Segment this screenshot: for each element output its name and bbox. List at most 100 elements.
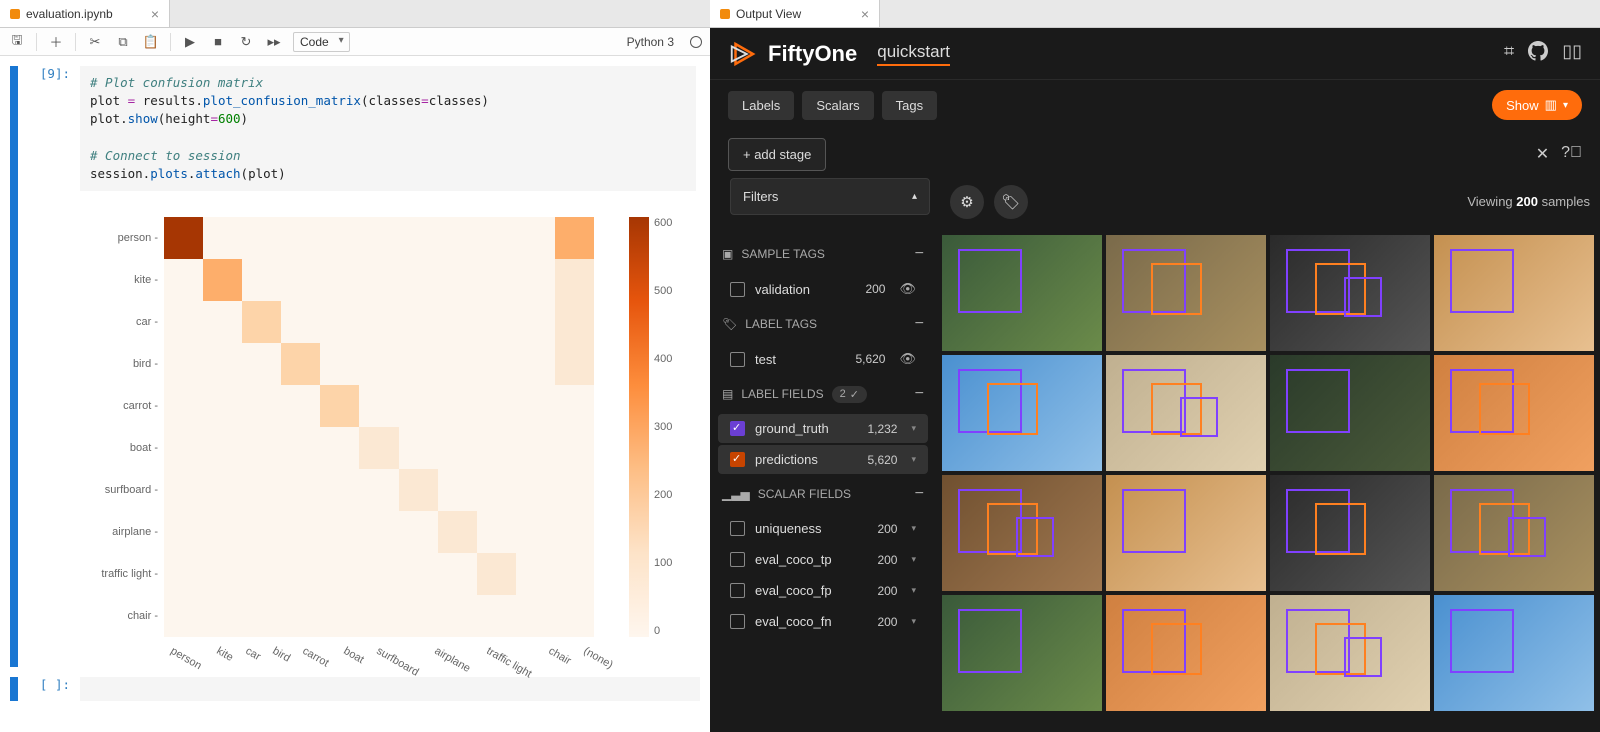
chevron-down-icon[interactable]: ▾ [911, 616, 916, 627]
heatmap-cell[interactable] [203, 217, 242, 259]
heatmap-cell[interactable] [359, 385, 398, 427]
heatmap-cell[interactable] [516, 343, 555, 385]
dataset-name[interactable]: quickstart [877, 42, 950, 66]
heatmap-cell[interactable] [516, 259, 555, 301]
heatmap-cell[interactable] [555, 427, 594, 469]
sample-thumbnail[interactable] [942, 595, 1102, 711]
run-all-icon[interactable]: ▸▸ [265, 33, 283, 51]
item-test[interactable]: test 5,620 👁 [718, 344, 928, 374]
checkbox[interactable] [730, 282, 745, 297]
heatmap-cell[interactable] [320, 217, 359, 259]
item-eval-coco-tp[interactable]: eval_coco_tp 200 ▾ [718, 545, 928, 574]
heatmap-cell[interactable] [477, 301, 516, 343]
chevron-down-icon[interactable]: ▾ [911, 585, 916, 596]
item-uniqueness[interactable]: uniqueness 200 ▾ [718, 514, 928, 543]
section-label-tags[interactable]: 🏷 LABEL TAGS − [710, 305, 936, 343]
sample-thumbnail[interactable] [1434, 475, 1594, 591]
heatmap-cell[interactable] [242, 343, 281, 385]
heatmap-cell[interactable] [164, 259, 203, 301]
heatmap-cell[interactable] [477, 553, 516, 595]
fo-logo[interactable]: FiftyOne [728, 39, 857, 69]
heatmap-cell[interactable] [399, 259, 438, 301]
clear-icon[interactable]: ✕ [1536, 144, 1549, 164]
heatmap-cell[interactable] [203, 553, 242, 595]
heatmap-cell[interactable] [555, 343, 594, 385]
chevron-down-icon[interactable]: ▾ [911, 523, 916, 534]
heatmap-cell[interactable] [281, 553, 320, 595]
heatmap-cell[interactable] [438, 511, 477, 553]
run-icon[interactable]: ▶ [181, 33, 199, 51]
heatmap-cell[interactable] [438, 385, 477, 427]
save-icon[interactable]: 🖫 [8, 33, 26, 51]
item-validation[interactable]: validation 200 👁 [718, 274, 928, 304]
checkbox[interactable] [730, 521, 745, 536]
heatmap-cell[interactable] [516, 301, 555, 343]
heatmap-cell[interactable] [320, 511, 359, 553]
heatmap-cell[interactable] [438, 259, 477, 301]
heatmap-cell[interactable] [359, 259, 398, 301]
collapse-icon[interactable]: − [915, 245, 924, 263]
heatmap-cell[interactable] [555, 301, 594, 343]
heatmap-cell[interactable] [477, 511, 516, 553]
tag-icon[interactable]: 🏷 [994, 185, 1028, 219]
heatmap-cell[interactable] [281, 595, 320, 637]
github-icon[interactable] [1528, 41, 1548, 66]
heatmap-cell[interactable] [399, 343, 438, 385]
sample-thumbnail[interactable] [1434, 595, 1594, 711]
heatmap-cell[interactable] [438, 427, 477, 469]
collapse-icon[interactable]: − [915, 485, 924, 503]
heatmap-cell[interactable] [477, 427, 516, 469]
tab-tags[interactable]: Tags [882, 91, 937, 120]
heatmap-cell[interactable] [164, 343, 203, 385]
sample-thumbnail[interactable] [1106, 475, 1266, 591]
heatmap-cell[interactable] [164, 427, 203, 469]
heatmap-cell[interactable] [320, 301, 359, 343]
heatmap-cell[interactable] [164, 385, 203, 427]
heatmap-cell[interactable] [555, 511, 594, 553]
heatmap-cell[interactable] [438, 553, 477, 595]
heatmap-cell[interactable] [399, 427, 438, 469]
heatmap-cell[interactable] [203, 595, 242, 637]
copy-icon[interactable]: ⧉ [114, 33, 132, 51]
sample-thumbnail[interactable] [942, 475, 1102, 591]
eye-icon[interactable]: 👁 [899, 281, 916, 297]
heatmap-cell[interactable] [281, 469, 320, 511]
cut-icon[interactable]: ✂ [86, 33, 104, 51]
paste-icon[interactable]: 📋 [142, 33, 160, 51]
heatmap-cell[interactable] [281, 259, 320, 301]
add-cell-icon[interactable]: ＋ [47, 33, 65, 51]
heatmap-cell[interactable] [516, 595, 555, 637]
heatmap-cell[interactable] [555, 595, 594, 637]
heatmap-cell[interactable] [399, 301, 438, 343]
checkbox[interactable] [730, 352, 745, 367]
heatmap-cell[interactable] [359, 469, 398, 511]
add-stage-button[interactable]: + add stage [728, 138, 826, 171]
checkbox[interactable] [730, 614, 745, 629]
cell-type-select[interactable]: Code [293, 32, 350, 52]
checkbox-checked[interactable] [730, 452, 745, 467]
item-ground-truth[interactable]: ground_truth 1,232 ▾ [718, 414, 928, 443]
heatmap-cell[interactable] [203, 301, 242, 343]
collapse-icon[interactable]: − [915, 315, 924, 333]
filters-dropdown[interactable]: Filters ▴ [730, 178, 930, 215]
checkbox[interactable] [730, 583, 745, 598]
heatmap-cell[interactable] [242, 427, 281, 469]
heatmap-cell[interactable] [477, 217, 516, 259]
sample-thumbnail[interactable] [1106, 595, 1266, 711]
heatmap-cell[interactable] [399, 469, 438, 511]
section-label-fields[interactable]: ▤ LABEL FIELDS 2 ✓ − [710, 375, 936, 413]
heatmap-cell[interactable] [320, 259, 359, 301]
heatmap-cell[interactable] [477, 595, 516, 637]
heatmap-cell[interactable] [281, 301, 320, 343]
heatmap-cell[interactable] [164, 469, 203, 511]
sample-thumbnail[interactable] [1270, 235, 1430, 351]
sample-thumbnail[interactable] [1106, 355, 1266, 471]
sample-thumbnail[interactable] [1434, 235, 1594, 351]
heatmap-cell[interactable] [516, 469, 555, 511]
heatmap-cell[interactable] [516, 511, 555, 553]
heatmap-cell[interactable] [164, 553, 203, 595]
heatmap-cell[interactable] [438, 469, 477, 511]
close-icon[interactable]: × [151, 6, 159, 22]
heatmap-cell[interactable] [203, 469, 242, 511]
heatmap-cell[interactable] [359, 511, 398, 553]
